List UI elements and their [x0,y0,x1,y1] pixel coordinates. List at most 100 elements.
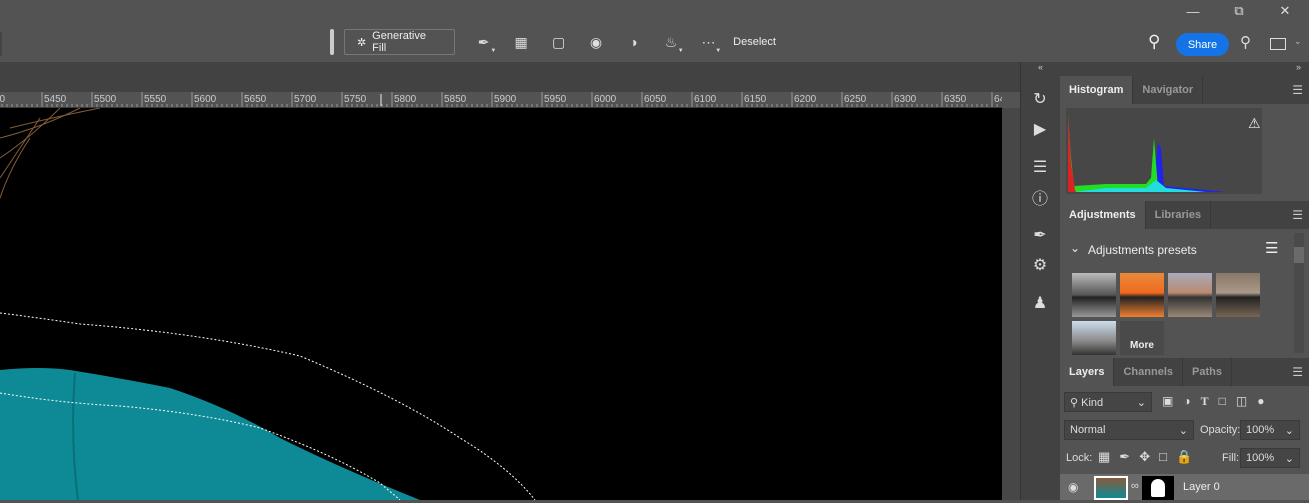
opacity-value: 100% [1246,424,1275,436]
drag-handle[interactable] [330,29,334,55]
ruler-label: 5700 [294,94,317,105]
divider [0,32,2,56]
share-button[interactable]: Share [1176,33,1229,56]
lock-label: Lock: [1066,452,1093,464]
contextual-task-bar: ✲ Generative Fill ✒ ▼ ▦ ▢ ◉ ◑ ♨ ▼ ⋯ ▼ Desel… [330,26,776,58]
mask-icon[interactable]: ◉ [577,27,614,57]
ruler-label: 6100 [694,94,717,105]
preset-warm[interactable] [1120,273,1164,317]
shape-filter-icon[interactable]: □ [1219,394,1226,409]
filter-value: Kind [1081,396,1104,409]
deselect-button[interactable]: Deselect [727,36,776,48]
ruler-label: 6150 [744,94,767,105]
generative-fill-button[interactable]: ✲ Generative Fill [343,29,455,55]
tab-adjustments[interactable]: Adjustments [1060,201,1146,229]
search-icon[interactable]: ⚲ [1240,33,1251,51]
horizontal-ruler: 00 5450 5500 5550 5600 5650 5700 5750 5800 5850 59… [0,92,1002,108]
clone-source-icon[interactable]: ♟ [1021,288,1059,318]
histogram-graph: ⚠ [1066,108,1262,194]
panel-menu-icon[interactable]: ☰ [1292,208,1303,222]
pixel-filter-icon[interactable]: ▣ [1162,394,1173,409]
warning-icon: ⚠ [1248,116,1261,132]
tab-paths[interactable]: Paths [1183,358,1232,386]
info-icon[interactable]: ⓘ [1021,182,1059,212]
lock-transparent-icon[interactable]: ▦ [1098,449,1110,465]
properties-sliders-icon[interactable]: ☰ [1021,152,1059,182]
adjustments-panel: ⌄ Adjustments presets ☰ More [1060,229,1309,358]
preset-faded[interactable] [1168,273,1212,317]
tab-histogram[interactable]: Histogram [1060,76,1134,104]
histogram-tabs: Histogram Navigator ☰ [1060,76,1309,104]
ruler-label: 6350 [944,94,967,105]
workspace-icon[interactable] [1270,38,1286,50]
blend-mode-dropdown[interactable]: Normal ⌄ [1064,420,1194,440]
preset-sepia[interactable] [1216,273,1260,317]
actions-play-icon[interactable]: ▶ [1021,114,1059,144]
transform-selection-icon[interactable]: ▢ [540,27,577,57]
restore-button[interactable]: ⧉ [1216,0,1262,22]
adjustment-icon[interactable]: ◑ [615,27,652,57]
more-presets-button[interactable]: More [1120,321,1164,355]
collapse-icon[interactable]: « [1021,62,1060,76]
minimize-button[interactable]: — [1170,0,1216,22]
brush-select-icon[interactable]: ✒ ▼ [465,27,502,57]
collapsed-panel-dock: « ↻ ▶ ☰ ⓘ ✒ ⚙ ♟ [1020,62,1060,500]
layer-filter-dropdown[interactable]: ⚲ Kind ⌄ [1064,392,1152,412]
ruler-label: 5550 [144,94,167,105]
panel-stack: » Histogram Navigator ☰ ⚠ Adjustments Li… [1060,62,1309,500]
visibility-eye-icon[interactable]: ◉ [1068,480,1078,494]
tab-layers[interactable]: Layers [1060,358,1115,386]
layer-row[interactable]: ◉ ∞ Layer 0 [1060,474,1309,500]
canvas[interactable] [0,107,1002,501]
adjustment-filter-icon[interactable]: ◑ [1183,394,1190,409]
ruler-label: 5850 [444,94,467,105]
ruler-label: 5450 [44,94,67,105]
vertical-scrollbar[interactable] [1002,108,1020,500]
image-canvas [0,107,536,501]
ruler-label: 5950 [544,94,567,105]
tab-navigator[interactable]: Navigator [1133,76,1204,104]
layer-name[interactable]: Layer 0 [1183,481,1220,493]
brushes-icon[interactable]: ⚙ [1021,250,1059,280]
adjustments-tabs: Adjustments Libraries ☰ [1060,201,1309,229]
tab-channels[interactable]: Channels [1114,358,1183,386]
ruler-label: 5600 [194,94,217,105]
panel-menu-icon[interactable]: ☰ [1292,83,1303,97]
ruler-label: 5650 [244,94,267,105]
lock-all-icon[interactable]: 🔒 [1176,449,1192,465]
ruler-label: 5500 [94,94,117,105]
opacity-field[interactable]: 100% ⌄ [1240,420,1300,440]
expand-icon[interactable]: » [1060,62,1309,76]
list-view-icon[interactable]: ☰ [1265,239,1278,257]
fill-field[interactable]: 100% ⌄ [1240,448,1300,468]
lock-artboard-icon[interactable]: □ [1159,449,1167,465]
shirt [0,368,420,500]
close-button[interactable]: ✕ [1262,0,1308,22]
history-icon[interactable]: ↻ [1021,84,1059,114]
generative-fill-label: Generative Fill [372,30,426,54]
preset-bw[interactable] [1072,273,1116,317]
chevron-down-icon[interactable]: ⌄ [1070,241,1080,255]
lock-position-icon[interactable]: ✥ [1139,449,1150,465]
ruler-label: 5800 [394,94,417,105]
invert-selection-icon[interactable]: ▦ [502,27,539,57]
link-icon: ∞ [1131,480,1139,492]
hair [0,107,101,199]
labs-flask-icon[interactable]: ⚲ [1148,32,1160,52]
title-bar: — ⧉ ✕ [0,0,1309,22]
filter-toggle-icon[interactable]: ● [1257,394,1264,409]
opacity-label: Opacity: [1200,424,1241,436]
smart-object-filter-icon[interactable]: ◫ [1236,394,1247,409]
tab-libraries[interactable]: Libraries [1146,201,1212,229]
brush-settings-icon[interactable]: ✒ [1021,220,1059,250]
more-icon[interactable]: ⋯ ▼ [690,27,727,57]
type-filter-icon[interactable]: T [1201,394,1209,409]
fill-bucket-icon[interactable]: ♨ ▼ [652,27,689,57]
ruler-label: 6300 [894,94,917,105]
adjustments-scrollbar[interactable] [1294,233,1304,353]
panel-menu-icon[interactable]: ☰ [1292,365,1303,379]
layer-mask-thumbnail[interactable] [1142,476,1174,500]
chevron-down-icon[interactable]: ⌄ [1294,36,1302,47]
lock-image-icon[interactable]: ✒ [1119,449,1130,465]
preset-cool[interactable] [1072,321,1116,355]
